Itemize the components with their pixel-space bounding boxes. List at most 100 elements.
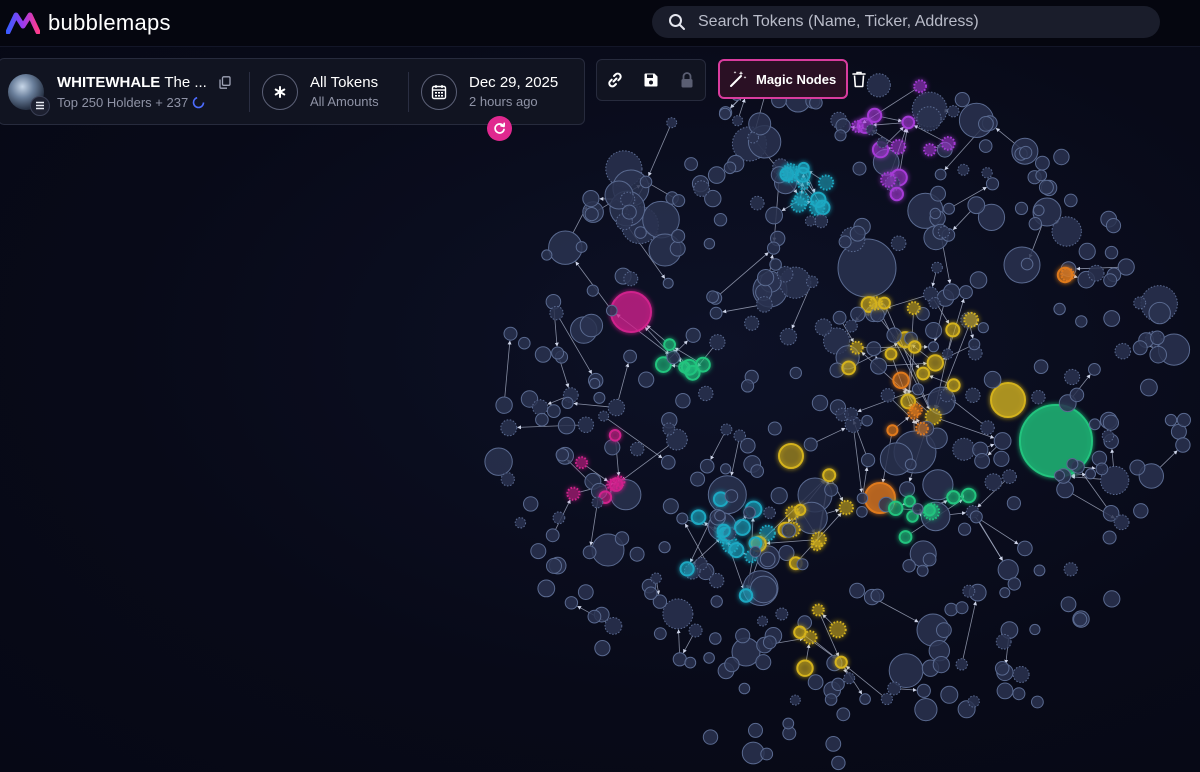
holder-bubble[interactable] bbox=[870, 357, 888, 375]
holder-bubble[interactable] bbox=[818, 174, 835, 191]
holder-bubble[interactable] bbox=[1020, 257, 1034, 271]
holder-bubble[interactable] bbox=[500, 419, 518, 437]
holder-bubble[interactable] bbox=[968, 338, 981, 351]
holder-bubble[interactable] bbox=[564, 596, 579, 610]
holder-bubble[interactable] bbox=[852, 161, 867, 176]
holder-bubble[interactable] bbox=[1095, 462, 1109, 476]
holder-bubble[interactable] bbox=[1133, 503, 1149, 519]
holder-bubble[interactable] bbox=[1150, 330, 1165, 346]
holder-bubble[interactable] bbox=[551, 346, 565, 360]
holder-bubble[interactable] bbox=[1113, 514, 1130, 531]
holder-bubble[interactable] bbox=[911, 383, 925, 396]
holder-bubble[interactable] bbox=[716, 523, 731, 538]
date-filter[interactable]: Dec 29, 2025 2 hours ago bbox=[409, 73, 570, 110]
holder-bubble[interactable] bbox=[1175, 437, 1191, 453]
holder-bubble[interactable] bbox=[623, 271, 639, 287]
holder-bubble[interactable] bbox=[690, 471, 706, 487]
holder-bubble[interactable] bbox=[1105, 218, 1122, 234]
holder-bubble[interactable] bbox=[1176, 412, 1192, 428]
holder-bubble[interactable] bbox=[944, 602, 959, 617]
holder-bubble[interactable] bbox=[586, 284, 599, 297]
holder-bubble[interactable] bbox=[822, 468, 837, 483]
holder-bubble[interactable] bbox=[1012, 666, 1030, 683]
holder-bubble[interactable] bbox=[1033, 204, 1045, 217]
holder-bubble[interactable] bbox=[593, 391, 606, 404]
holder-bubble[interactable] bbox=[744, 315, 760, 331]
holder-bubble[interactable] bbox=[990, 382, 1026, 418]
holder-bubble[interactable] bbox=[678, 361, 691, 374]
holder-bubble[interactable] bbox=[666, 350, 681, 365]
holder-bubble[interactable] bbox=[943, 283, 960, 301]
holder-bubble[interactable] bbox=[824, 693, 838, 706]
search-input[interactable] bbox=[696, 12, 1160, 32]
holder-bubble[interactable] bbox=[1088, 363, 1101, 376]
holder-bubble[interactable] bbox=[663, 338, 676, 352]
holder-bubble[interactable] bbox=[741, 379, 755, 393]
holder-bubble[interactable] bbox=[1053, 302, 1066, 316]
holder-bubble[interactable] bbox=[1056, 480, 1074, 499]
holder-bubble[interactable] bbox=[630, 441, 645, 457]
holder-bubble[interactable] bbox=[1087, 264, 1105, 282]
holder-bubble[interactable] bbox=[925, 322, 943, 339]
holder-bubble[interactable] bbox=[922, 552, 937, 567]
holder-bubble[interactable] bbox=[684, 157, 698, 171]
holder-bubble[interactable] bbox=[1140, 378, 1158, 397]
holder-bubble[interactable] bbox=[653, 627, 667, 640]
holder-bubble[interactable] bbox=[861, 414, 873, 427]
holder-bubble[interactable] bbox=[969, 510, 983, 524]
holder-bubble[interactable] bbox=[666, 117, 678, 129]
holder-bubble[interactable] bbox=[993, 450, 1010, 467]
holder-bubble[interactable] bbox=[946, 378, 961, 393]
holder-bubble[interactable] bbox=[844, 407, 858, 421]
holder-bubble[interactable] bbox=[870, 588, 885, 603]
holder-bubble[interactable] bbox=[836, 707, 851, 722]
holder-bubble[interactable] bbox=[672, 652, 687, 667]
holder-bubble[interactable] bbox=[662, 598, 694, 630]
holder-bubble[interactable] bbox=[503, 326, 518, 341]
holder-bubble[interactable] bbox=[1017, 540, 1033, 557]
holder-bubble[interactable] bbox=[709, 572, 725, 589]
holder-bubble[interactable] bbox=[1129, 459, 1146, 476]
holder-bubble[interactable] bbox=[928, 297, 941, 309]
holder-bubble[interactable] bbox=[724, 489, 739, 503]
holder-bubble[interactable] bbox=[1019, 145, 1033, 160]
holder-bubble[interactable] bbox=[936, 622, 952, 638]
holder-bubble[interactable] bbox=[770, 487, 788, 505]
holder-bubble[interactable] bbox=[916, 366, 931, 381]
holder-bubble[interactable] bbox=[694, 557, 708, 571]
holder-bubble[interactable] bbox=[884, 347, 898, 361]
holder-bubble[interactable] bbox=[709, 306, 723, 320]
holder-bubble[interactable] bbox=[688, 623, 703, 638]
holder-bubble[interactable] bbox=[589, 377, 601, 390]
holder-bubble[interactable] bbox=[807, 674, 824, 691]
holder-bubble[interactable] bbox=[760, 747, 774, 761]
holder-bubble[interactable] bbox=[957, 163, 970, 176]
holder-bubble[interactable] bbox=[779, 167, 795, 182]
holder-bubble[interactable] bbox=[582, 545, 597, 560]
holder-bubble[interactable] bbox=[850, 306, 866, 322]
holder-bubble[interactable] bbox=[942, 348, 954, 360]
holder-bubble[interactable] bbox=[748, 722, 763, 738]
holder-bubble[interactable] bbox=[806, 275, 819, 288]
holder-bubble[interactable] bbox=[849, 340, 864, 355]
holder-bubble[interactable] bbox=[613, 475, 626, 488]
holder-bubble[interactable] bbox=[796, 558, 809, 571]
holder-bubble[interactable] bbox=[535, 412, 549, 427]
holder-bubble[interactable] bbox=[566, 486, 581, 501]
holder-bubble[interactable] bbox=[557, 416, 576, 435]
holder-bubble[interactable] bbox=[699, 458, 715, 474]
holder-bubble[interactable] bbox=[940, 136, 956, 151]
holder-bubble[interactable] bbox=[838, 235, 852, 249]
holder-bubble[interactable] bbox=[889, 186, 904, 202]
holder-bubble[interactable] bbox=[738, 588, 754, 603]
holder-bubble[interactable] bbox=[804, 215, 816, 227]
holder-bubble[interactable] bbox=[926, 354, 944, 372]
holder-bubble[interactable] bbox=[974, 453, 990, 469]
holder-bubble[interactable] bbox=[639, 175, 653, 189]
holder-bubble[interactable] bbox=[850, 120, 864, 133]
holder-bubble[interactable] bbox=[747, 131, 759, 144]
holder-bubble[interactable] bbox=[930, 185, 946, 202]
holder-bubble[interactable] bbox=[902, 559, 916, 573]
holder-bubble[interactable] bbox=[829, 620, 847, 639]
holder-bubble[interactable] bbox=[904, 458, 917, 471]
